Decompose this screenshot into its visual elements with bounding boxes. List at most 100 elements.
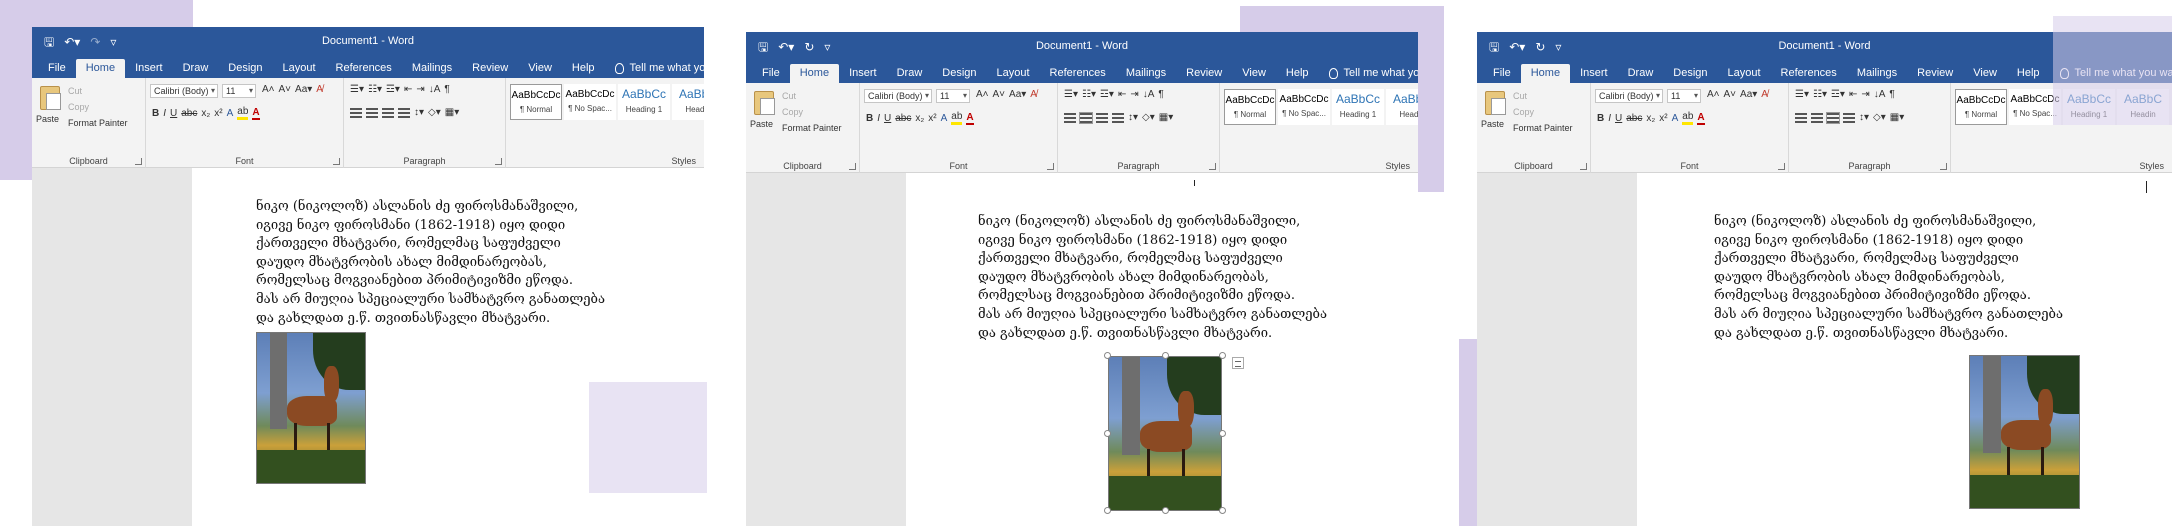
font-family-select[interactable]: Calibri (Body): [150, 84, 218, 98]
style-heading-2[interactable]: AaBbC Headin: [1386, 89, 1418, 125]
tab-mailings[interactable]: Mailings: [1847, 64, 1907, 83]
justify-icon[interactable]: [1112, 112, 1124, 123]
cut-button[interactable]: Cut: [1513, 91, 1527, 101]
tab-help[interactable]: Help: [2007, 64, 2050, 83]
tab-insert[interactable]: Insert: [839, 64, 887, 83]
line-spacing-icon[interactable]: ↕▾: [1859, 112, 1869, 123]
resize-handle-tr[interactable]: [1219, 352, 1226, 359]
tab-design[interactable]: Design: [1663, 64, 1717, 83]
bullets-icon[interactable]: ☰▾: [1064, 89, 1078, 100]
decrease-indent-icon[interactable]: ⇤: [404, 84, 412, 95]
align-center-icon[interactable]: [366, 107, 378, 118]
numbering-icon[interactable]: ☷▾: [1813, 89, 1827, 100]
increase-indent-icon[interactable]: ⇥: [1861, 89, 1869, 100]
align-left-icon[interactable]: [350, 107, 362, 118]
change-case-icon[interactable]: Aa▾: [295, 84, 312, 95]
font-color-icon[interactable]: A: [966, 112, 974, 125]
align-left-icon[interactable]: [1795, 112, 1807, 123]
text-effects-icon[interactable]: A: [227, 108, 234, 119]
align-right-icon[interactable]: [1826, 111, 1840, 124]
tab-draw[interactable]: Draw: [1618, 64, 1664, 83]
shrink-font-icon[interactable]: A˅: [1724, 89, 1737, 100]
numbering-icon[interactable]: ☷▾: [1082, 89, 1096, 100]
text-effects-icon[interactable]: A: [1672, 113, 1679, 124]
format-painter-button[interactable]: Format Painter: [782, 123, 842, 133]
resize-handle-bl[interactable]: [1104, 507, 1111, 514]
tab-references[interactable]: References: [1040, 64, 1116, 83]
paste-icon[interactable]: [1485, 91, 1506, 115]
style-heading-1[interactable]: AaBbCc Heading 1: [618, 84, 670, 120]
numbering-icon[interactable]: ☷▾: [368, 84, 382, 95]
multilevel-list-icon[interactable]: ☲▾: [386, 84, 400, 95]
pirosmani-painting-image[interactable]: [256, 332, 366, 484]
grow-font-icon[interactable]: A˄: [976, 89, 989, 100]
paragraph-launcher-icon[interactable]: [495, 158, 502, 165]
copy-button[interactable]: Copy: [782, 107, 803, 117]
cut-button[interactable]: Cut: [782, 91, 796, 101]
tab-file[interactable]: File: [1483, 64, 1521, 83]
resize-handle-tl[interactable]: [1104, 352, 1111, 359]
tell-me-box[interactable]: Tell me what you want to do: [1319, 64, 1418, 83]
font-size-select[interactable]: 11: [1667, 89, 1701, 103]
italic-icon[interactable]: I: [163, 108, 166, 119]
resize-handle-br[interactable]: [1219, 507, 1226, 514]
underline-icon[interactable]: U: [1615, 113, 1622, 124]
font-launcher-icon[interactable]: [1778, 163, 1785, 170]
sort-icon[interactable]: ↓A: [1874, 89, 1886, 100]
italic-icon[interactable]: I: [1608, 113, 1611, 124]
clear-format-icon[interactable]: A̸: [1761, 89, 1768, 100]
tab-view[interactable]: View: [1232, 64, 1276, 83]
tab-review[interactable]: Review: [462, 59, 518, 78]
shading-icon[interactable]: ◇▾: [1142, 112, 1155, 123]
bold-icon[interactable]: B: [866, 113, 873, 124]
change-case-icon[interactable]: Aa▾: [1740, 89, 1757, 100]
tab-insert[interactable]: Insert: [125, 59, 173, 78]
tab-help[interactable]: Help: [562, 59, 605, 78]
style-normal[interactable]: AaBbCcDc ¶ Normal: [510, 84, 562, 120]
pirosmani-painting-image[interactable]: [1108, 356, 1222, 511]
tab-home[interactable]: Home: [1520, 64, 1571, 83]
underline-icon[interactable]: U: [884, 113, 891, 124]
paste-button[interactable]: Paste: [36, 114, 59, 124]
tab-file[interactable]: File: [38, 59, 76, 78]
layout-options-icon[interactable]: [1232, 357, 1244, 369]
decrease-indent-icon[interactable]: ⇤: [1118, 89, 1126, 100]
style-normal[interactable]: AaBbCcDc ¶ Normal: [1955, 89, 2007, 125]
tab-references[interactable]: References: [326, 59, 402, 78]
strikethrough-icon[interactable]: abc: [1626, 113, 1642, 124]
subscript-icon[interactable]: x₂: [1646, 113, 1655, 124]
tab-draw[interactable]: Draw: [173, 59, 219, 78]
grow-font-icon[interactable]: A˄: [262, 84, 275, 95]
bullets-icon[interactable]: ☰▾: [1795, 89, 1809, 100]
tab-view[interactable]: View: [1963, 64, 2007, 83]
tab-view[interactable]: View: [518, 59, 562, 78]
sort-icon[interactable]: ↓A: [429, 84, 441, 95]
borders-icon[interactable]: ▦▾: [1159, 112, 1173, 123]
cut-button[interactable]: Cut: [68, 86, 82, 96]
font-size-select[interactable]: 11: [222, 84, 256, 98]
paragraph-launcher-icon[interactable]: [1209, 163, 1216, 170]
tab-design[interactable]: Design: [932, 64, 986, 83]
tab-insert[interactable]: Insert: [1570, 64, 1618, 83]
italic-icon[interactable]: I: [877, 113, 880, 124]
font-launcher-icon[interactable]: [333, 158, 340, 165]
tell-me-box[interactable]: Tell me what you want to do: [605, 59, 704, 78]
underline-icon[interactable]: U: [170, 108, 177, 119]
align-right-icon[interactable]: [382, 107, 394, 118]
clipboard-launcher-icon[interactable]: [135, 158, 142, 165]
align-left-icon[interactable]: [1064, 112, 1076, 123]
document-page[interactable]: ნიკო (ნიკოლოზ) ასლანის ძე ფიროსმანაშვილი…: [1637, 173, 2172, 526]
paste-icon[interactable]: [40, 86, 61, 110]
bullets-icon[interactable]: ☰▾: [350, 84, 364, 95]
style-no-spacing[interactable]: AaBbCcDc ¶ No Spac...: [1278, 89, 1330, 125]
tab-layout[interactable]: Layout: [987, 64, 1040, 83]
subscript-icon[interactable]: x₂: [915, 113, 924, 124]
shading-icon[interactable]: ◇▾: [428, 107, 441, 118]
document-paragraph[interactable]: ნიკო (ნიკოლოზ) ასლანის ძე ფიროსმანაშვილი…: [256, 198, 696, 328]
copy-button[interactable]: Copy: [68, 102, 89, 112]
tab-file[interactable]: File: [752, 64, 790, 83]
superscript-icon[interactable]: x²: [214, 108, 222, 119]
multilevel-list-icon[interactable]: ☲▾: [1100, 89, 1114, 100]
align-center-icon[interactable]: [1811, 112, 1823, 123]
grow-font-icon[interactable]: A˄: [1707, 89, 1720, 100]
